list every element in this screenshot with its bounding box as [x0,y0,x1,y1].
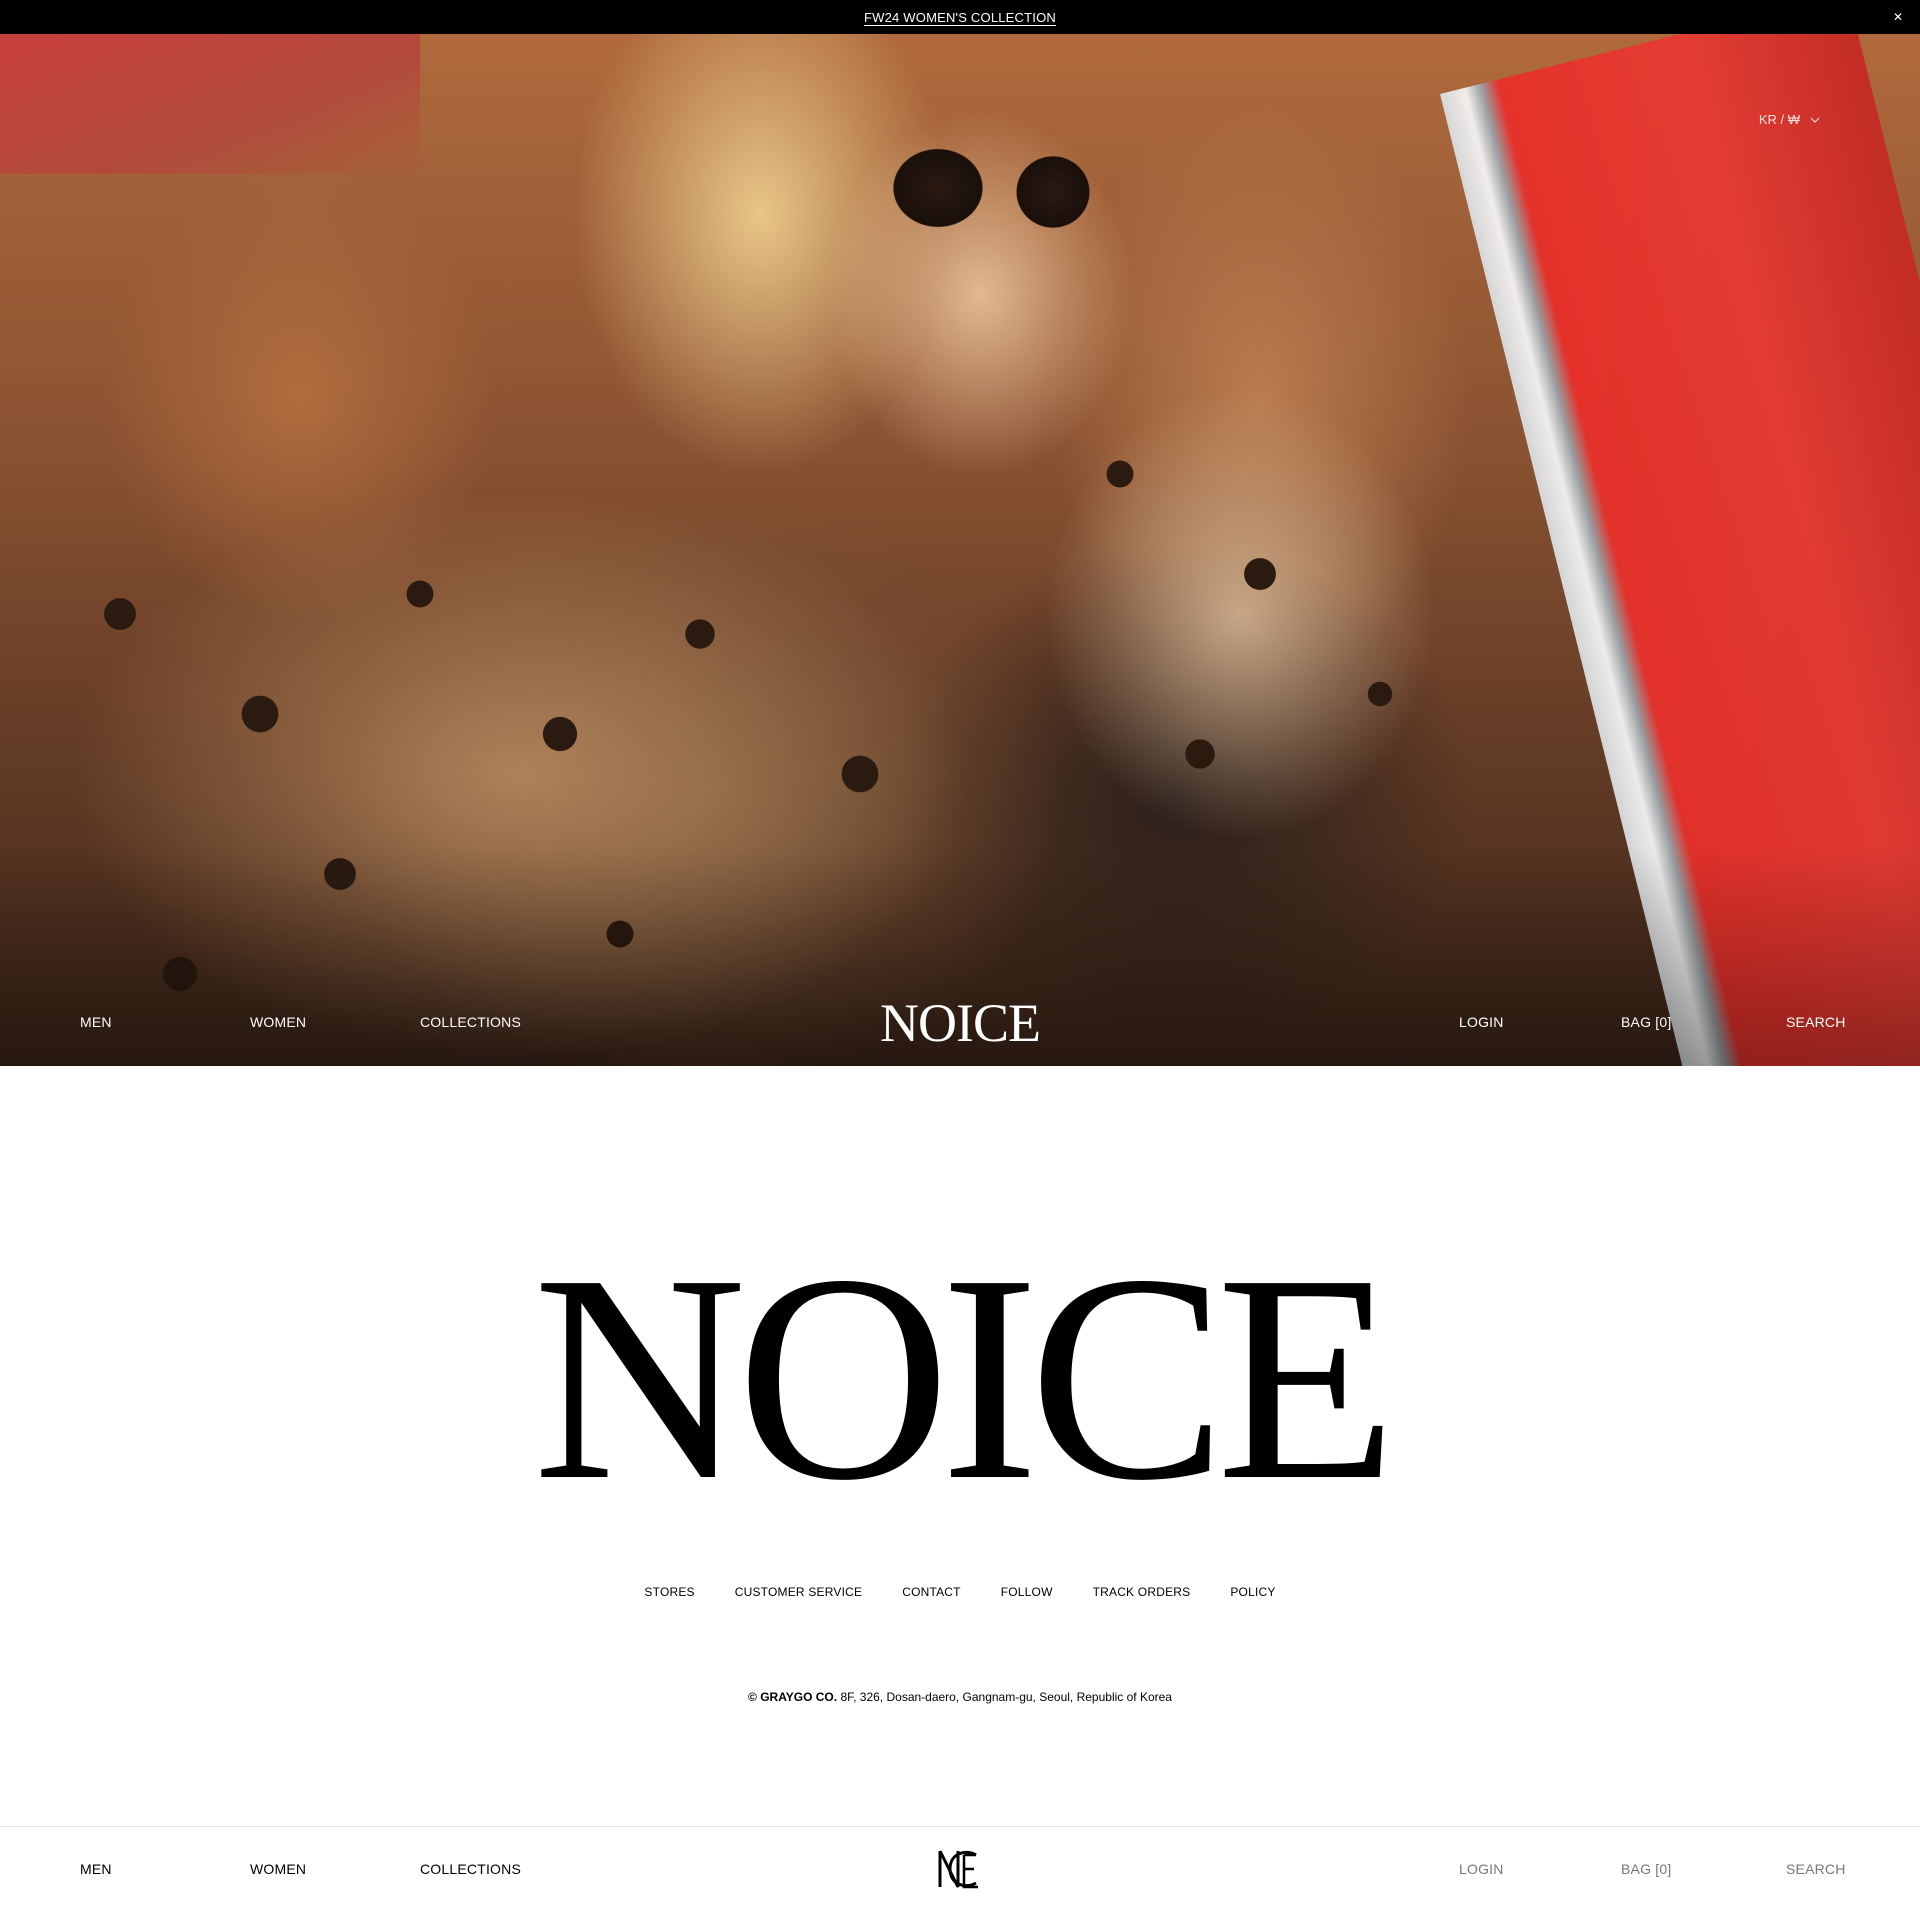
noice-monogram-icon[interactable] [936,1845,982,1893]
copyright: © GRAYGO CO. 8F, 326, Dosan-daero, Gangn… [0,1690,1920,1704]
bottom-nav-collections[interactable]: COLLECTIONS [420,1861,521,1877]
hero-image-area [0,34,420,174]
footer-links: STORES CUSTOMER SERVICE CONTACT FOLLOW T… [0,1585,1920,1599]
locale-label: KR / ₩ [1758,112,1800,127]
hero-image-fur-collar [1000,354,1560,914]
hero-navigation: MEN WOMEN COLLECTIONS NOICE LOGIN BAG [0… [0,992,1920,1052]
hero-image-sunglasses [868,140,1108,236]
copyright-company: © GRAYGO CO. [748,1690,838,1704]
nav-bag[interactable]: BAG [0] [1621,1014,1671,1030]
hero-banner: KR / ₩ MEN WOMEN COLLECTIONS NOICE LOGIN… [0,34,1920,1066]
footer-link-follow[interactable]: FOLLOW [1001,1585,1053,1599]
nav-search[interactable]: SEARCH [1786,1014,1846,1030]
copyright-address: 8F, 326, Dosan-daero, Gangnam-gu, Seoul,… [837,1690,1172,1704]
bottom-nav-search[interactable]: SEARCH [1786,1861,1846,1877]
bottom-nav-men[interactable]: MEN [80,1861,112,1877]
chevron-down-icon [1810,117,1820,123]
footer-link-contact[interactable]: CONTACT [902,1585,961,1599]
footer-link-track-orders[interactable]: TRACK ORDERS [1093,1585,1191,1599]
footer-link-stores[interactable]: STORES [644,1585,694,1599]
close-icon[interactable]: ✕ [1890,9,1906,25]
brand-wordmark: NOICE [532,1214,1397,1542]
announcement-bar: FW24 WOMEN'S COLLECTION ✕ [0,0,1920,34]
footer-link-customer-service[interactable]: CUSTOMER SERVICE [735,1585,862,1599]
bottom-nav-bag[interactable]: BAG [0] [1621,1861,1671,1877]
bottom-nav-women[interactable]: WOMEN [250,1861,306,1877]
announcement-link[interactable]: FW24 WOMEN'S COLLECTION [864,10,1056,25]
locale-selector[interactable]: KR / ₩ [1759,112,1820,127]
nav-login[interactable]: LOGIN [1459,1014,1504,1030]
bottom-navigation: MEN WOMEN COLLECTIONS LOGIN BAG [0] SEAR… [0,1826,1920,1908]
footer-link-policy[interactable]: POLICY [1230,1585,1275,1599]
bottom-nav-login[interactable]: LOGIN [1459,1861,1504,1877]
